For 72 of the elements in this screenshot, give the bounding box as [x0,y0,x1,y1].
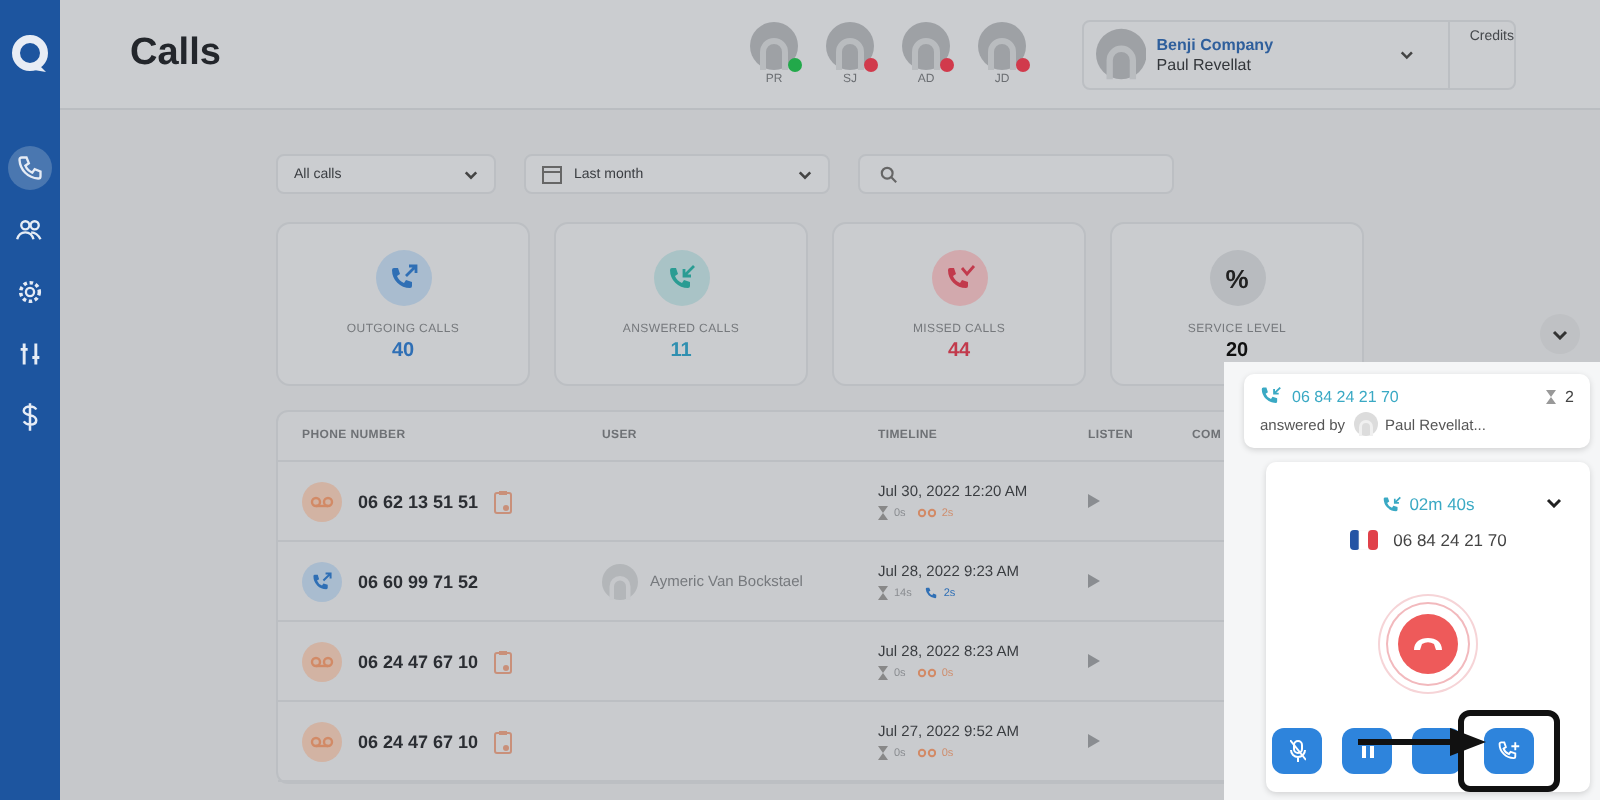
voicemail-icon [917,668,936,678]
dialpad-button[interactable] [1342,728,1392,774]
clipboard-icon[interactable] [494,489,513,513]
clipboard-icon[interactable] [494,729,513,753]
agent-avatar[interactable] [750,22,798,70]
calendar-icon [542,164,562,184]
stat-value: 11 [670,340,692,362]
percent-icon: % [1209,250,1265,306]
callee-number: 06 84 24 21 70 [1393,530,1507,550]
agent-avatar[interactable] [826,22,874,70]
flag-icon [1349,530,1378,550]
voicemail-icon [917,748,936,758]
outgoing-call-icon [375,250,431,306]
hang-up-icon [1412,636,1444,652]
play-icon[interactable] [1088,734,1100,748]
user-name: Paul Revellat [1156,55,1253,73]
hourglass-icon [878,506,888,520]
muted-microphone-icon [1289,740,1305,762]
voicemail-icon [302,641,342,681]
add-call-icon [1498,740,1520,762]
phone-icon [923,586,938,600]
phone-number: 06 24 47 67 10 [358,651,479,671]
stat-value: 20 [1225,340,1249,362]
caller-number: 06 84 24 21 70 [1292,387,1401,405]
hourglass-icon [1545,389,1556,403]
chevron-down-button[interactable] [1540,314,1580,354]
agent-avatar[interactable] [978,22,1026,70]
agent-avatar[interactable] [902,22,950,70]
play-icon[interactable] [1088,654,1100,668]
chevron-down-icon [798,169,812,179]
add-call-button[interactable] [1484,728,1534,774]
incoming-call-icon [653,250,709,306]
stat-value: 40 [391,340,415,362]
play-icon[interactable] [1088,574,1100,588]
logo-icon [8,32,52,76]
calls-nav-button[interactable] [8,146,52,190]
clipboard-icon[interactable] [494,649,513,673]
user-avatar [1353,412,1378,436]
chevron-down-icon[interactable] [1546,498,1562,508]
phone-icon [16,154,44,182]
user-avatar [1096,28,1147,80]
page-title: Calls [130,32,223,76]
outgoing-call-icon [302,561,342,601]
chevron-down-icon [1400,49,1414,59]
phone-number: 06 60 99 71 52 [358,571,479,591]
settings-icon [16,278,44,306]
hourglass-icon [878,666,888,680]
queue-count: 2 [1565,387,1574,405]
chevron-down-icon [1552,329,1568,339]
search-icon [880,165,898,183]
people-icon [16,218,44,242]
hourglass-icon [878,586,888,600]
phone-number: 06 62 13 51 51 [358,491,479,511]
play-icon[interactable] [1088,494,1100,508]
hang-up-button[interactable] [1398,614,1458,674]
mute-button[interactable] [1272,728,1322,774]
voicemail-icon [302,481,342,521]
phone-number: 06 24 47 67 10 [358,731,479,751]
voicemail-icon [917,508,936,518]
search-field[interactable] [858,154,1174,194]
incoming-call-icon [1381,495,1402,513]
sliders-icon [16,340,44,368]
dollar-icon [20,401,40,431]
pause-icon [1361,745,1373,757]
company-name: Benji Company [1156,35,1276,53]
chevron-down-icon [464,169,478,179]
stat-value: 44 [947,340,971,362]
missed-call-icon [931,250,987,306]
incoming-call-icon [1260,386,1282,406]
voicemail-icon [302,721,342,761]
call-timer: 02m 40s [1409,494,1475,514]
hourglass-icon [878,746,888,760]
